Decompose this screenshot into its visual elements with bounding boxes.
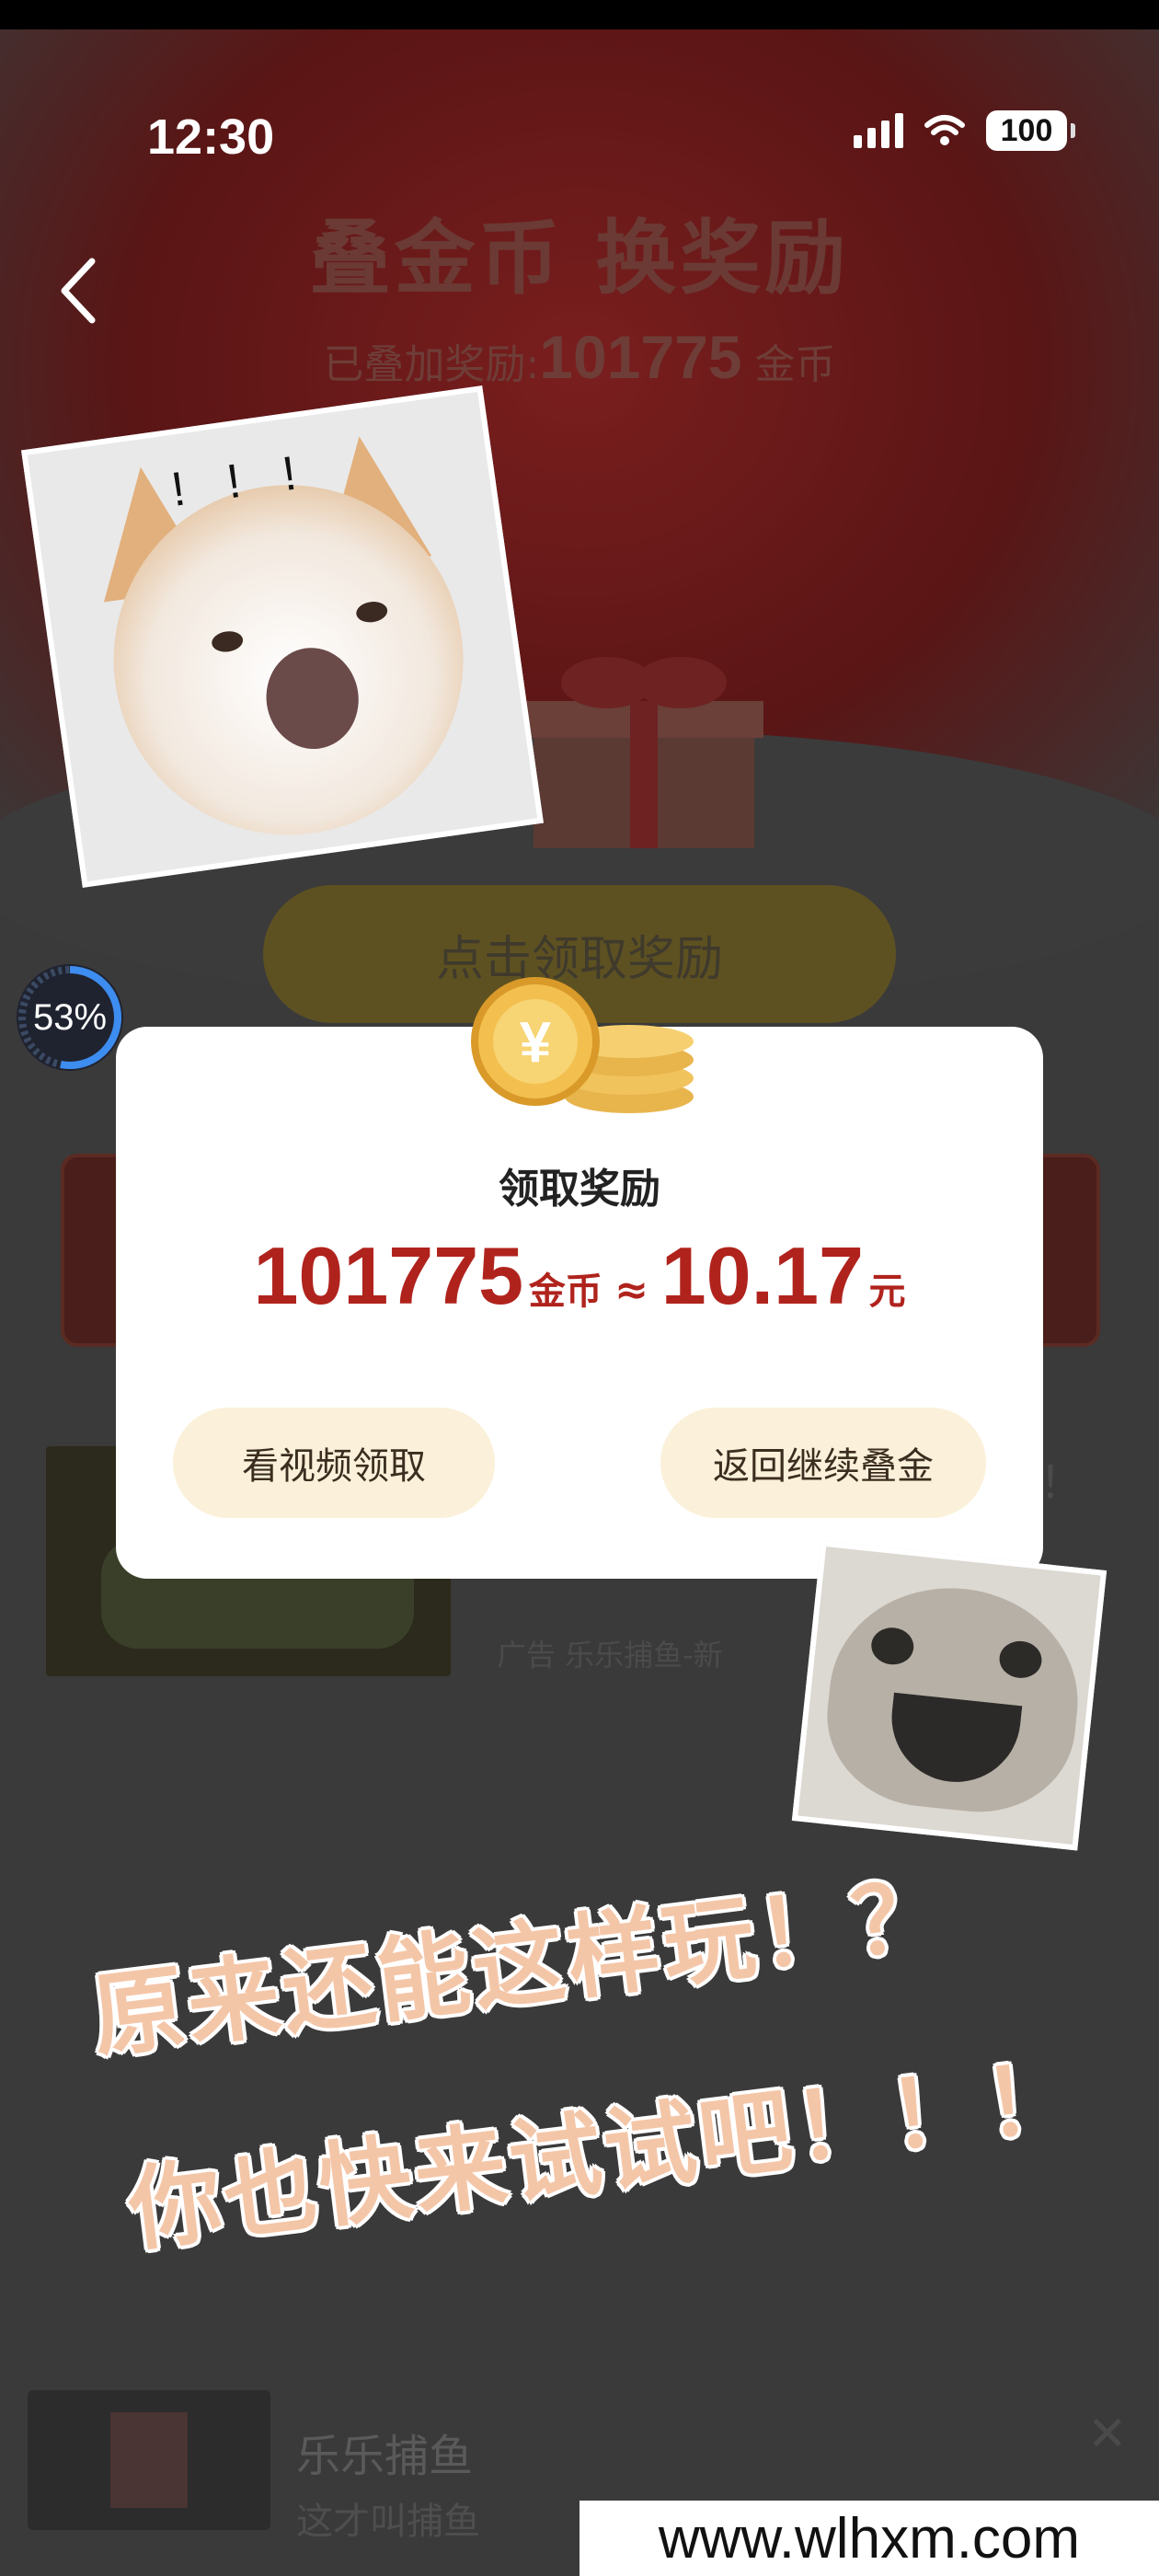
coin-unit: 金币 — [528, 1271, 602, 1313]
coin-amount: 101775 — [253, 1230, 524, 1321]
modal-title: 领取奖励 — [499, 1166, 660, 1213]
reward-amount: 101775 金币 ≈ 10.17 元 — [116, 1229, 1043, 1323]
cash-unit: 元 — [868, 1271, 906, 1313]
watermark: www.wlhxm.com — [580, 2501, 1159, 2576]
close-icon[interactable]: ✕ — [1087, 2407, 1128, 2462]
hero-sub-value: 101775 — [539, 323, 742, 391]
continue-stacking-button[interactable]: 返回继续叠金 — [660, 1408, 986, 1518]
status-time: 12:30 — [147, 109, 275, 165]
frog-sticker — [791, 1540, 1107, 1851]
wifi-icon — [924, 115, 965, 145]
coins-icon: ¥ — [471, 977, 694, 1113]
hero-subtitle: 已叠加奖励:101775 金币 — [0, 322, 1159, 392]
hero-sub-prefix: 已叠加奖励: — [323, 341, 540, 388]
cat-sticker: ! ! ! — [21, 385, 544, 888]
battery-indicator: 100 — [986, 110, 1075, 151]
progress-text: 53% — [32, 996, 108, 1038]
ad-label: 广告 乐乐捕鱼-新 — [497, 1638, 723, 1673]
ad-side-text: ！ — [1039, 1457, 1084, 1509]
watch-video-button[interactable]: 看视频领取 — [173, 1408, 495, 1518]
approx-sign: ≈ — [614, 1267, 649, 1314]
bottom-ad-subtitle: 这才叫捕鱼 — [296, 2501, 480, 2543]
hero-title: 叠金币 换奖励 — [309, 211, 850, 305]
cash-amount: 10.17 — [660, 1230, 864, 1321]
bottom-ad-thumbnail[interactable] — [28, 2390, 270, 2530]
signal-icon — [854, 113, 903, 148]
hero-sub-unit: 金币 — [754, 341, 836, 388]
bottom-ad-title: 乐乐捕鱼 — [296, 2431, 474, 2482]
caption-line-1: 原来还能这样玩！？ — [86, 1859, 955, 2072]
svg-text:¥: ¥ — [520, 1011, 552, 1075]
screen: 12:30 100 叠金币 换奖励 已叠加奖励:101775 金币 点击领取奖励… — [0, 29, 1159, 2576]
status-icons: 100 — [854, 110, 1075, 151]
caption-line-2: 你也快来试试吧！！！ — [122, 2041, 1086, 2265]
